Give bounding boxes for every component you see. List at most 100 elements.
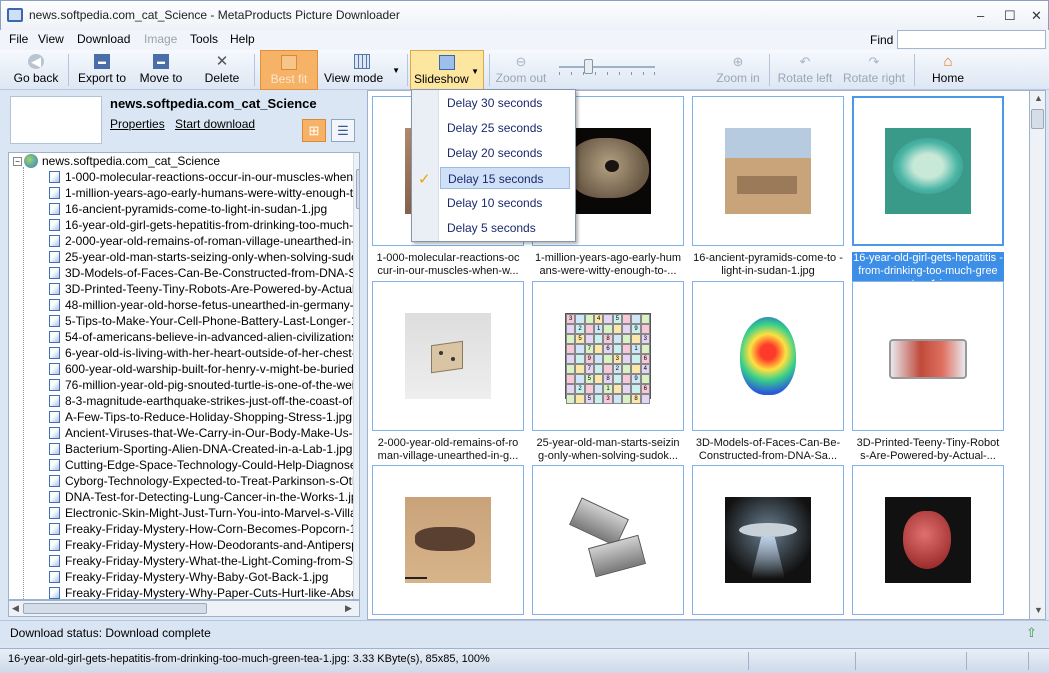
tree-file-item[interactable]: 1-million-years-ago-early-humans-were-wi… [49, 185, 359, 201]
rotate-left-icon: ↶ [799, 54, 811, 69]
sudoku-cell [603, 314, 613, 324]
start-download-link[interactable]: Start download [175, 117, 255, 131]
tree-root[interactable]: − news.softpedia.com_cat_Science [13, 153, 220, 169]
menu-help[interactable]: Help [230, 32, 255, 46]
rotate-left-button[interactable]: ↶ Rotate left [772, 50, 838, 90]
delay-25-item[interactable]: Delay 25 seconds [447, 121, 542, 135]
tree-file-item[interactable]: 5-Tips-to-Make-Your-Cell-Phone-Battery-L… [49, 313, 359, 329]
minimize-button[interactable]: – [977, 8, 984, 23]
properties-link[interactable]: Properties [110, 117, 165, 131]
find-input[interactable] [897, 30, 1046, 49]
export-to-button[interactable]: ▬ Export to [72, 50, 132, 90]
thumbnail-caption[interactable]: 3D-Printed-Teeny-Tiny-Robot s-Are-Powere… [852, 437, 1004, 463]
menu-file[interactable]: File [9, 32, 28, 46]
thumbnail-caption[interactable]: 2-000-year-old-remains-of-ro man-village… [372, 437, 524, 463]
menu-tools[interactable]: Tools [190, 32, 218, 46]
home-button[interactable]: ⌂ Home [918, 50, 978, 90]
menu-image[interactable]: Image [144, 32, 177, 46]
maximize-button[interactable]: ☐ [1004, 8, 1016, 24]
tree-view-button[interactable]: ⊞ [302, 119, 326, 142]
list-view-button[interactable]: ☰ [331, 119, 355, 142]
move-to-button[interactable]: ▬ Move to [134, 50, 188, 90]
delay-5-item[interactable]: Delay 5 seconds [447, 221, 536, 235]
sudoku-cell [593, 354, 604, 364]
tree-horizontal-scrollbar[interactable]: ◀ ▶ [8, 600, 360, 617]
view-mode-button[interactable]: View mode ▼ [320, 50, 404, 90]
rotate-right-button[interactable]: ↷ Rotate right [838, 50, 910, 90]
tree-file-item[interactable]: 16-year-old-girl-gets-hepatitis-from-dri… [49, 217, 359, 233]
up-arrow-icon[interactable]: ⇧ [1026, 625, 1037, 641]
tree-file-item[interactable]: Freaky-Friday-Mystery-Why-Paper-Cuts-Hur… [49, 585, 359, 599]
zoom-slider[interactable] [559, 59, 655, 75]
best-fit-button[interactable]: Best fit [260, 50, 318, 90]
tree-file-item[interactable]: 2-000-year-old-remains-of-roman-village-… [49, 233, 359, 249]
thumbnail-cell[interactable] [372, 465, 524, 615]
thumbnail-cell[interactable] [852, 96, 1004, 246]
tree-file-item[interactable]: Cyborg-Technology-Expected-to-Treat-Park… [49, 473, 359, 489]
thumbnail-cell[interactable] [372, 281, 524, 431]
sudoku-cell [621, 324, 632, 334]
tree-file-item[interactable]: 8-3-magnitude-earthquake-strikes-just-of… [49, 393, 359, 409]
delete-button[interactable]: ✕ Delete [196, 50, 248, 90]
file-info-text: 16-year-old-girl-gets-hepatitis-from-dri… [8, 653, 490, 665]
zoom-slider-thumb[interactable] [584, 59, 593, 74]
tree-file-item[interactable]: Freaky-Friday-Mystery-Why-Baby-Got-Back-… [49, 569, 328, 585]
tree-file-item[interactable]: 16-ancient-pyramids-come-to-light-in-sud… [49, 201, 327, 217]
grid-vertical-scrollbar[interactable]: ▲ ▼ [1029, 90, 1046, 620]
sudoku-cell [640, 314, 650, 324]
sudoku-cell [621, 344, 632, 354]
thumbnail-caption[interactable]: 16-ancient-pyramids-come-to -light-in-su… [692, 252, 844, 278]
view-mode-dropdown-arrow-icon[interactable]: ▼ [392, 66, 400, 75]
zoom-in-button[interactable]: ⊕ Zoom in [710, 50, 766, 90]
tree-file-item[interactable]: 76-million-year-old-pig-snouted-turtle-i… [49, 377, 359, 393]
thumbnail-cell[interactable]: 345219583761936724589216538 [532, 281, 684, 431]
thumbnail-cell[interactable] [692, 465, 844, 615]
thumbnail-cell[interactable] [692, 281, 844, 431]
tree-file-item[interactable]: Freaky-Friday-Mystery-How-Deodorants-and… [49, 537, 359, 553]
delay-10-item[interactable]: Delay 10 seconds [447, 196, 542, 210]
tree-file-item[interactable]: 600-year-old-warship-built-for-henry-v-m… [49, 361, 359, 377]
tree-vertical-scrollbar[interactable]: ▲ ▼ [353, 153, 359, 599]
thumbnail-cell[interactable] [852, 465, 1004, 615]
go-back-button[interactable]: ◀ Go back [8, 50, 64, 90]
tree-file-item[interactable]: Bacterium-Sporting-Alien-DNA-Created-in-… [49, 441, 352, 457]
delay-15-item[interactable]: Delay 15 seconds [440, 167, 570, 189]
sudoku-cell [621, 354, 632, 364]
tree-file-item[interactable]: 3D-Models-of-Faces-Can-Be-Constructed-fr… [49, 265, 359, 281]
thumbnail-caption[interactable]: 25-year-old-man-starts-seizin g-only-whe… [532, 437, 684, 463]
globe-icon [24, 154, 38, 168]
thumbnail-caption[interactable]: 1-000-molecular-reactions-oc cur-in-our-… [372, 252, 524, 278]
image-file-icon [49, 171, 60, 183]
tree-file-item[interactable]: 6-year-old-is-living-with-her-heart-outs… [49, 345, 359, 361]
menu-download[interactable]: Download [77, 32, 130, 46]
thumbnail-cell[interactable] [532, 465, 684, 615]
collapse-icon[interactable]: − [13, 157, 22, 166]
slideshow-button[interactable]: Slideshow ▼ [410, 50, 484, 90]
zoom-out-button[interactable]: ⊖ Zoom out [491, 50, 551, 90]
thumbnail-caption[interactable]: 1-million-years-ago-early-hum ans-were-w… [532, 252, 684, 278]
thumbnail-cell[interactable] [852, 281, 1004, 431]
tree-scroll-thumb[interactable] [356, 169, 359, 209]
grid-scroll-thumb[interactable] [1031, 109, 1044, 129]
tree-file-item[interactable]: 1-000-molecular-reactions-occur-in-our-m… [49, 169, 359, 185]
close-button[interactable]: ✕ [1031, 8, 1042, 24]
tree-file-item[interactable]: Freaky-Friday-Mystery-How-Corn-Becomes-P… [49, 521, 359, 537]
tree-file-item[interactable]: A-Few-Tips-to-Reduce-Holiday-Shopping-St… [49, 409, 352, 425]
tree-file-item[interactable]: 3D-Printed-Teeny-Tiny-Robots-Are-Powered… [49, 281, 359, 297]
delay-20-item[interactable]: Delay 20 seconds [447, 146, 542, 160]
tree-file-item[interactable]: DNA-Test-for-Detecting-Lung-Cancer-in-th… [49, 489, 359, 505]
menu-view[interactable]: View [38, 32, 64, 46]
tree-file-item[interactable]: Freaky-Friday-Mystery-What-the-Light-Com… [49, 553, 359, 569]
thumbnail-cell[interactable] [692, 96, 844, 246]
thumbnail-caption[interactable]: 3D-Models-of-Faces-Can-Be- Constructed-f… [692, 437, 844, 463]
tree-file-item[interactable]: 48-million-year-old-horse-fetus-unearthe… [49, 297, 359, 313]
tree-file-item[interactable]: Ancient-Viruses-that-We-Carry-in-Our-Bod… [49, 425, 359, 441]
delay-30-item[interactable]: Delay 30 seconds [447, 96, 542, 110]
slideshow-dropdown-arrow-icon[interactable]: ▼ [471, 67, 479, 76]
image-file-icon [49, 523, 60, 535]
tree-file-item[interactable]: 25-year-old-man-starts-seizing-only-when… [49, 249, 359, 265]
tree-file-item[interactable]: Cutting-Edge-Space-Technology-Could-Help… [49, 457, 359, 473]
tree-hscroll-thumb[interactable] [23, 603, 207, 614]
tree-file-item[interactable]: Electronic-Skin-Might-Just-Turn-You-into… [49, 505, 359, 521]
tree-file-item[interactable]: 54-of-americans-believe-in-advanced-alie… [49, 329, 359, 345]
